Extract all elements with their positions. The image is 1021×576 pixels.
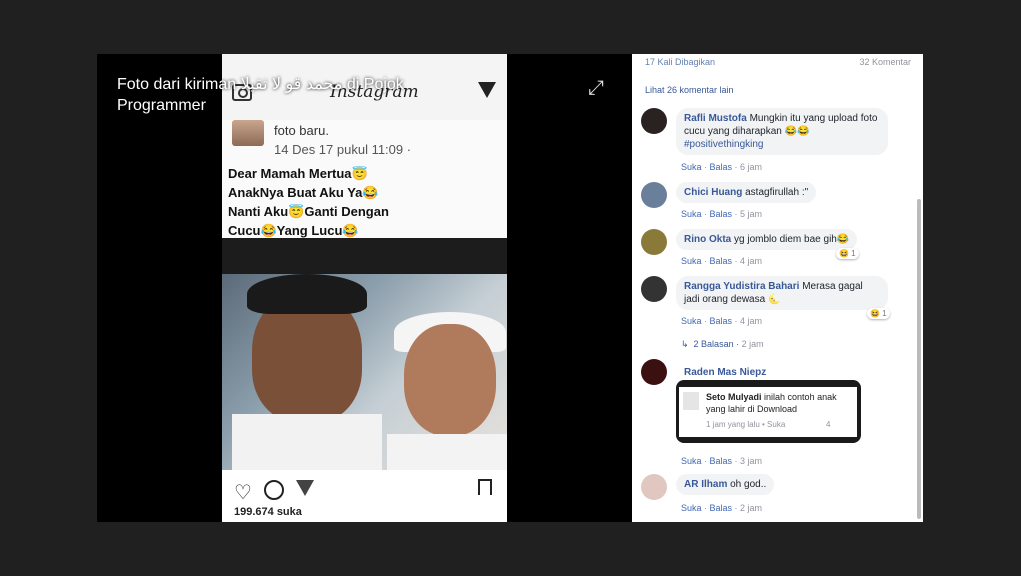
comment-text: astagfirullah :" bbox=[745, 187, 809, 198]
comment-time[interactable]: 5 jam bbox=[740, 209, 762, 219]
like-link[interactable]: Suka bbox=[681, 209, 702, 219]
embed-text: Seto Mulyadi inilah contoh anak yang lah… bbox=[706, 391, 856, 415]
comment-text: oh god.. bbox=[730, 479, 767, 490]
embed-name: Seto Mulyadi bbox=[706, 392, 762, 402]
boy-shirt bbox=[232, 414, 382, 474]
reply-link[interactable]: Balas bbox=[710, 316, 733, 326]
instagram-footer: ♡ 199.674 suka bbox=[222, 470, 507, 522]
commenter-name[interactable]: Raden Mas Niepz bbox=[684, 367, 766, 378]
dark-band bbox=[222, 238, 507, 274]
avatar[interactable] bbox=[641, 276, 667, 302]
avatar[interactable] bbox=[641, 474, 667, 500]
reply-link[interactable]: Balas bbox=[710, 456, 733, 466]
comment-time[interactable]: 6 jam bbox=[740, 162, 762, 172]
post-avatar bbox=[232, 120, 264, 146]
comment-text: yg jomblo diem bae gih😂 bbox=[734, 234, 850, 245]
direct-icon bbox=[478, 82, 496, 98]
commenter-name[interactable]: Rafli Mustofa bbox=[684, 113, 747, 124]
comment-image[interactable]: Seto Mulyadi inilah contoh anak yang lah… bbox=[676, 380, 861, 443]
view-replies-link[interactable]: ↳ 2 Balasan · 2 jam bbox=[681, 339, 764, 350]
comment-bubble: AR Ilham oh god.. bbox=[676, 474, 775, 495]
post-line: foto baru. bbox=[274, 123, 329, 138]
expand-icon[interactable]: ⤢ bbox=[588, 77, 604, 100]
post-text-line: AnakNya Buat Aku Ya😂 bbox=[228, 185, 379, 200]
girl-face bbox=[404, 324, 496, 436]
commenter-name[interactable]: Rino Okta bbox=[684, 234, 731, 245]
embed-meta: 1 jam yang lalu • Suka bbox=[706, 420, 786, 429]
embedded-comment: Seto Mulyadi inilah contoh anak yang lah… bbox=[679, 387, 857, 437]
girl-shirt bbox=[387, 434, 507, 474]
comment-actions: Suka · Balas · 5 jam bbox=[681, 209, 763, 219]
comment-actions: Suka · Balas · 2 jam bbox=[681, 503, 763, 513]
commenter-name[interactable]: AR Ilham bbox=[684, 479, 727, 490]
avatar[interactable] bbox=[641, 108, 667, 134]
replies-count[interactable]: 2 Balasan bbox=[694, 339, 734, 349]
embed-avatar bbox=[683, 392, 699, 410]
comment-actions: Suka · Balas · 4 jam bbox=[681, 316, 763, 326]
post-stats: 17 Kali Dibagikan 32 Komentar bbox=[645, 57, 911, 67]
reaction-badge[interactable]: 😆 1 bbox=[836, 248, 859, 259]
comment-icon bbox=[264, 480, 284, 500]
like-link[interactable]: Suka bbox=[681, 256, 702, 266]
comments-panel: 17 Kali Dibagikan 32 Komentar Lihat 26 k… bbox=[632, 54, 923, 522]
comment-bubble: Rafli Mustofa Mungkin itu yang upload fo… bbox=[676, 108, 888, 155]
avatar[interactable] bbox=[641, 359, 667, 385]
comment-bubble: Rangga Yudistira Bahari Merasa gagal jad… bbox=[676, 276, 888, 310]
share-icon bbox=[296, 480, 314, 496]
hashtag-link[interactable]: #positivethingking bbox=[684, 139, 764, 150]
photo-pane: Instagram foto baru. 14 Des 17 pukul 11:… bbox=[97, 54, 632, 522]
photo-image bbox=[222, 274, 507, 474]
post-date: 14 Des 17 pukul 11:09 · bbox=[274, 142, 412, 157]
post-text-line: Nanti Aku😇Ganti Dengan bbox=[228, 204, 389, 219]
reply-link[interactable]: Balas bbox=[710, 503, 733, 513]
avatar[interactable] bbox=[641, 182, 667, 208]
comment-bubble: Rino Okta yg jomblo diem bae gih😂 bbox=[676, 229, 858, 250]
replies-time: 2 jam bbox=[741, 339, 764, 349]
shares-count[interactable]: 17 Kali Dibagikan bbox=[645, 57, 715, 67]
reply-link[interactable]: Balas bbox=[710, 256, 733, 266]
commenter-name[interactable]: Chici Huang bbox=[684, 187, 742, 198]
post-text-line: Cucu😂Yang Lucu😂 bbox=[228, 223, 359, 238]
post-photo[interactable]: Instagram foto baru. 14 Des 17 pukul 11:… bbox=[222, 54, 507, 522]
like-link[interactable]: Suka bbox=[681, 162, 702, 172]
like-link[interactable]: Suka bbox=[681, 503, 702, 513]
boy-cap bbox=[247, 274, 367, 314]
likes-count: 199.674 suka bbox=[234, 506, 302, 518]
comment-actions: Suka · Balas · 6 jam bbox=[681, 162, 763, 172]
reply-link[interactable]: Balas bbox=[710, 162, 733, 172]
avatar[interactable] bbox=[641, 229, 667, 255]
embed-count: 4 bbox=[826, 420, 831, 429]
comment-time[interactable]: 2 jam bbox=[740, 503, 762, 513]
comment-actions: Suka · Balas · 3 jam bbox=[681, 456, 763, 466]
photo-caption: Foto dari kiriman محمد قو لا ثقيلا di Po… bbox=[117, 76, 404, 114]
heart-icon: ♡ bbox=[234, 482, 252, 504]
reply-link[interactable]: Balas bbox=[710, 209, 733, 219]
comment-actions: Suka · Balas · 4 jam bbox=[681, 256, 763, 266]
screenshot-post: foto baru. 14 Des 17 pukul 11:09 · Dear … bbox=[222, 120, 507, 238]
commenter-name[interactable]: Rangga Yudistira Bahari bbox=[684, 281, 799, 292]
more-comments-link[interactable]: Lihat 26 komentar lain bbox=[645, 85, 734, 95]
comment-bubble: Chici Huang astagfirullah :" bbox=[676, 182, 817, 203]
comment-time[interactable]: 3 jam bbox=[740, 456, 762, 466]
scrollbar[interactable] bbox=[917, 199, 921, 519]
photo-viewer: Instagram foto baru. 14 Des 17 pukul 11:… bbox=[97, 54, 923, 522]
reaction-badge[interactable]: 😆 1 bbox=[867, 308, 890, 319]
comment-time[interactable]: 4 jam bbox=[740, 316, 762, 326]
bookmark-icon bbox=[478, 479, 492, 495]
comments-count[interactable]: 32 Komentar bbox=[859, 57, 911, 67]
like-link[interactable]: Suka bbox=[681, 316, 702, 326]
like-link[interactable]: Suka bbox=[681, 456, 702, 466]
post-text-line: Dear Mamah Mertua😇 bbox=[228, 166, 368, 181]
comment-time[interactable]: 4 jam bbox=[740, 256, 762, 266]
